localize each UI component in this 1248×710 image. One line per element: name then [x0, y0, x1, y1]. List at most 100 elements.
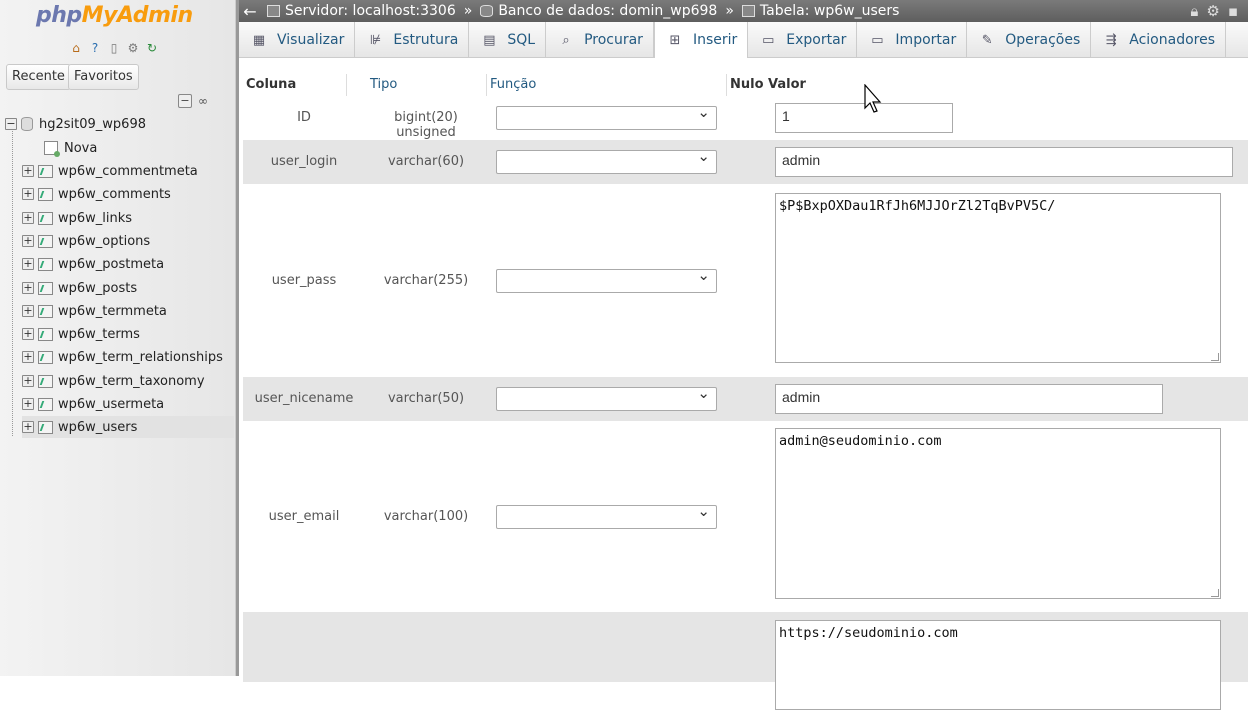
table-icon[interactable]: [38, 164, 53, 178]
tree-table-item[interactable]: + wp6w_terms: [22, 323, 234, 345]
breadcrumb-table[interactable]: Tabela: wp6w_users: [741, 3, 899, 19]
table-icon[interactable]: [38, 350, 53, 364]
table-icon[interactable]: [38, 281, 53, 295]
tree-table-item[interactable]: + wp6w_users: [22, 416, 234, 438]
lock-icon[interactable]: 🔒︎: [1190, 2, 1198, 20]
tab-insert[interactable]: ⊞ Inserir: [653, 22, 749, 58]
table-icon[interactable]: [38, 304, 53, 318]
expand-table-icon[interactable]: +: [22, 165, 34, 177]
value-input[interactable]: admin: [775, 384, 1163, 414]
collapse-all-icon[interactable]: −: [178, 94, 192, 108]
recent-button[interactable]: Recente: [6, 64, 71, 90]
home-icon[interactable]: ⌂: [68, 40, 84, 56]
table-icon[interactable]: [38, 374, 53, 388]
expand-table-icon[interactable]: +: [22, 212, 34, 224]
expand-table-icon[interactable]: +: [22, 188, 34, 200]
value-textarea[interactable]: admin@seudominio.com: [775, 428, 1221, 599]
value-textarea[interactable]: https://seudominio.com: [775, 620, 1221, 710]
table-icon[interactable]: [38, 327, 53, 341]
breadcrumb-database-label[interactable]: Banco de dados: domin_wp698: [498, 3, 717, 19]
table-name[interactable]: wp6w_term_taxonomy: [58, 374, 205, 389]
table-icon[interactable]: [38, 420, 53, 434]
expand-table-icon[interactable]: +: [22, 351, 34, 363]
breadcrumb-server-label[interactable]: Servidor: localhost:3306: [285, 3, 456, 19]
server-icon: [267, 5, 280, 17]
structure-icon: ⊯: [369, 32, 382, 48]
table-icon[interactable]: [38, 397, 53, 411]
favorites-button[interactable]: Favoritos: [68, 64, 139, 90]
tab-export[interactable]: ▭ Exportar: [748, 22, 858, 58]
phpmyadmin-logo[interactable]: phpMyAdmin: [36, 3, 193, 28]
expand-table-icon[interactable]: +: [22, 328, 34, 340]
tree-table-item[interactable]: + wp6w_commentmeta: [22, 160, 234, 182]
function-select[interactable]: [496, 103, 717, 130]
tree-database[interactable]: − hg2sit09_wp698: [5, 113, 146, 135]
triggers-icon: ⇶: [1105, 32, 1117, 48]
expand-table-icon[interactable]: +: [22, 398, 34, 410]
collapse-database-icon[interactable]: −: [5, 118, 17, 130]
table-icon[interactable]: [38, 257, 53, 271]
menu-toggle-icon[interactable]: ▪: [1228, 2, 1238, 20]
tree-table-item[interactable]: + wp6w_postmeta: [22, 253, 234, 275]
back-arrow-icon[interactable]: ←: [239, 2, 261, 21]
help-icon[interactable]: ?: [87, 40, 103, 56]
tab-operations[interactable]: ✎ Operações: [967, 22, 1092, 58]
tab-search[interactable]: ⌕ Procurar: [546, 22, 654, 58]
new-table-label[interactable]: Nova: [64, 141, 97, 156]
tab-browse[interactable]: ▦ Visualizar: [239, 22, 356, 58]
tab-triggers[interactable]: ⇶ Acionadores: [1091, 22, 1227, 58]
tab-import[interactable]: ▭ Importar: [857, 22, 968, 58]
table-name[interactable]: wp6w_termmeta: [58, 304, 167, 319]
expand-table-icon[interactable]: +: [22, 305, 34, 317]
expand-table-icon[interactable]: +: [22, 375, 34, 387]
value-input[interactable]: admin: [775, 147, 1233, 177]
function-select[interactable]: [496, 147, 717, 174]
table-name[interactable]: wp6w_commentmeta: [58, 164, 198, 179]
function-select[interactable]: [496, 502, 717, 529]
tree-table-item[interactable]: + wp6w_options: [22, 230, 234, 252]
gear-icon[interactable]: ⚙: [1206, 2, 1219, 20]
table-name[interactable]: wp6w_terms: [58, 327, 140, 342]
breadcrumb-server[interactable]: Servidor: localhost:3306: [267, 3, 456, 19]
reload-icon[interactable]: ↻: [144, 40, 160, 56]
tab-sql[interactable]: ▤ SQL: [469, 22, 547, 58]
breadcrumb-table-label[interactable]: Tabela: wp6w_users: [760, 3, 899, 19]
breadcrumb-database[interactable]: Banco de dados: domin_wp698: [480, 3, 717, 19]
expand-table-icon[interactable]: +: [22, 421, 34, 433]
table-name[interactable]: wp6w_posts: [58, 281, 137, 296]
table-name[interactable]: wp6w_term_relationships: [58, 350, 223, 365]
function-select[interactable]: [496, 266, 717, 293]
tree-table-item[interactable]: + wp6w_posts: [22, 277, 234, 299]
function-select[interactable]: [496, 384, 717, 411]
tree-new-table[interactable]: Nova: [44, 137, 97, 159]
expand-table-icon[interactable]: +: [22, 258, 34, 270]
tree-table-item[interactable]: + wp6w_term_taxonomy: [22, 370, 234, 392]
header-function[interactable]: Função: [487, 74, 727, 96]
value-textarea[interactable]: $P$BxpOXDau1RfJh6MJJOrZl2TqBvPV5C/: [775, 193, 1221, 363]
tree-table-item[interactable]: + wp6w_term_relationships: [22, 346, 234, 368]
table-icon[interactable]: [38, 187, 53, 201]
panel-resizer[interactable]: [236, 0, 239, 676]
tree-table-item[interactable]: + wp6w_usermeta: [22, 393, 234, 415]
tree-table-item[interactable]: + wp6w_termmeta: [22, 300, 234, 322]
settings-icon[interactable]: ⚙: [125, 40, 141, 56]
database-name[interactable]: hg2sit09_wp698: [39, 117, 146, 132]
docs-icon[interactable]: ▯: [106, 40, 122, 56]
expand-table-icon[interactable]: +: [22, 235, 34, 247]
tab-structure[interactable]: ⊯ Estrutura: [355, 22, 470, 58]
table-name[interactable]: wp6w_options: [58, 234, 150, 249]
table-name[interactable]: wp6w_links: [58, 211, 132, 226]
tree-table-item[interactable]: + wp6w_links: [22, 207, 234, 229]
table-name[interactable]: wp6w_usermeta: [58, 397, 164, 412]
tree-table-item[interactable]: + wp6w_comments: [22, 183, 234, 205]
table-name[interactable]: wp6w_comments: [58, 187, 171, 202]
resize-handle[interactable]: [1211, 353, 1219, 361]
expand-table-icon[interactable]: +: [22, 282, 34, 294]
header-type[interactable]: Tipo: [367, 74, 487, 96]
table-icon[interactable]: [38, 234, 53, 248]
link-with-main-icon[interactable]: ∞: [198, 94, 208, 108]
resize-handle[interactable]: [1211, 589, 1219, 597]
table-name[interactable]: wp6w_postmeta: [58, 257, 164, 272]
table-name[interactable]: wp6w_users: [58, 420, 137, 435]
table-icon[interactable]: [38, 211, 53, 225]
